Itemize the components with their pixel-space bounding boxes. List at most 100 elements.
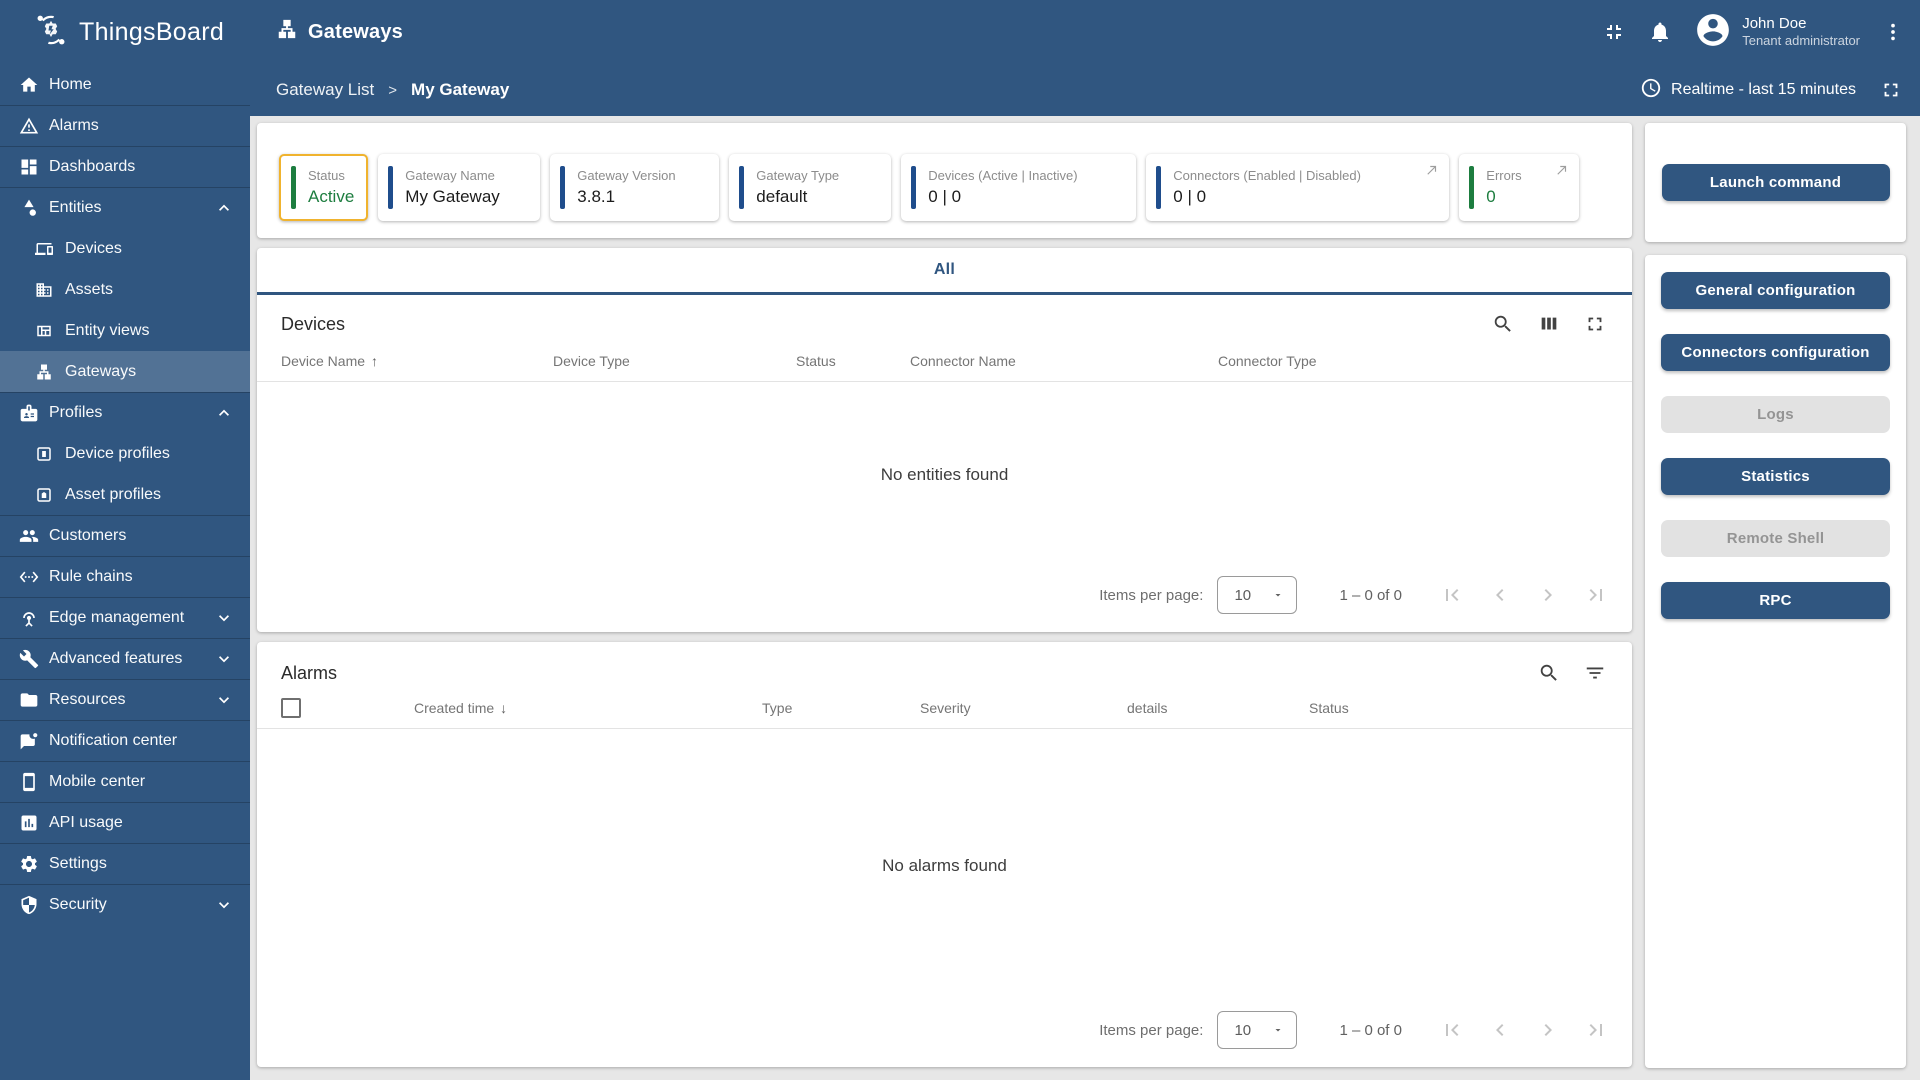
sidebar-item-device-profiles[interactable]: Device profiles [0,433,250,474]
top-header: Gateways John Doe Tenant administrator [250,0,1920,64]
sidebar-item-entities[interactable]: Entities [0,187,250,228]
clock-icon [1640,77,1662,104]
prev-page-icon[interactable] [1488,583,1512,607]
column-device-type[interactable]: Device Type [553,353,796,369]
chevron-down-icon [214,649,234,669]
mobile-phone-icon [18,771,40,793]
chevron-down-icon [214,608,234,628]
tab-all[interactable]: All [934,261,955,279]
external-link-icon[interactable] [1555,163,1569,177]
rpc-button[interactable]: RPC [1661,582,1890,619]
sidebar-item-assets[interactable]: Assets [0,269,250,310]
statistics-button[interactable]: Statistics [1661,458,1890,495]
sidebar-item-home[interactable]: Home [0,64,250,105]
remote-shell-button[interactable]: Remote Shell [1661,520,1890,557]
general-configuration-button[interactable]: General configuration [1661,272,1890,309]
status-card-gateway-name[interactable]: Gateway Name My Gateway [378,154,541,221]
status-card-devices[interactable]: Devices (Active | Inactive) 0 | 0 [901,154,1137,221]
sidebar-item-alarms[interactable]: Alarms [0,105,250,146]
alarms-widget: Alarms Created time ↓ Type Severity deta… [257,642,1632,1067]
sidebar-item-mobile-center[interactable]: Mobile center [0,761,250,802]
column-connector-type[interactable]: Connector Type [1218,353,1608,369]
sidebar-item-rule-chains[interactable]: Rule chains [0,556,250,597]
asset-profiles-icon [34,485,54,505]
external-link-icon[interactable] [1425,163,1439,177]
devices-table-header: Device Name ↑ Device Type Status Connect… [257,343,1632,382]
sidebar-item-devices[interactable]: Devices [0,228,250,269]
sidebar-item-resources[interactable]: Resources [0,679,250,720]
first-page-icon[interactable] [1440,583,1464,607]
more-vert-button[interactable] [1882,21,1904,43]
column-severity[interactable]: Severity [920,700,1127,716]
alarms-filter-icon[interactable] [1584,662,1606,684]
alarms-search-icon[interactable] [1538,662,1560,684]
connectors-configuration-button[interactable]: Connectors configuration [1661,334,1890,371]
column-details[interactable]: details [1127,700,1309,716]
status-card-errors[interactable]: Errors 0 [1459,154,1580,221]
timewindow-button[interactable]: Realtime - last 15 minutes [1640,77,1856,104]
next-page-icon[interactable] [1536,583,1560,607]
launch-command-widget: Launch command [1645,123,1906,242]
sidebar-item-asset-profiles[interactable]: Asset profiles [0,474,250,515]
settings-gear-icon [18,853,40,875]
sidebar-item-api-usage[interactable]: API usage [0,802,250,843]
fullscreen-exit-button[interactable] [1602,20,1626,44]
sidebar-item-advanced-features[interactable]: Advanced features [0,638,250,679]
gateway-status-widget: Status Active Gateway Name My Gateway Ga… [257,123,1632,238]
entities-category-icon [18,197,40,219]
alarms-page-size-select[interactable]: 10 [1217,1011,1298,1049]
status-card-connectors[interactable]: Connectors (Enabled | Disabled) 0 | 0 [1146,154,1450,221]
user-role: Tenant administrator [1742,33,1860,49]
sidebar-item-entity-views[interactable]: Entity views [0,310,250,351]
resources-folder-icon [18,689,40,711]
next-page-icon[interactable] [1536,1018,1560,1042]
alarms-title: Alarms [281,662,338,683]
sidebar-item-settings[interactable]: Settings [0,843,250,884]
gateway-actions-widget: General configuration Connectors configu… [1645,255,1906,1068]
dashboards-icon [18,156,40,178]
dashboard-fullscreen-button[interactable] [1880,79,1902,101]
api-usage-chart-icon [18,812,40,834]
notifications-bell-button[interactable] [1648,20,1672,44]
prev-page-icon[interactable] [1488,1018,1512,1042]
launch-command-button[interactable]: Launch command [1661,164,1890,201]
breadcrumb-separator: > [388,81,398,99]
sidebar-item-profiles[interactable]: Profiles [0,392,250,433]
status-card-gateway-type[interactable]: Gateway Type default [729,154,892,221]
app-root: ThingsBoard Home Alarms Dashboards Entit… [0,0,1920,1080]
advanced-tools-icon [18,648,40,670]
sidebar-item-edge-management[interactable]: Edge management [0,597,250,638]
status-card-status[interactable]: Status Active [279,154,369,221]
devices-search-icon[interactable] [1492,313,1514,335]
sort-asc-icon: ↑ [371,353,379,369]
last-page-icon[interactable] [1584,1018,1608,1042]
sidebar-item-security[interactable]: Security [0,884,250,925]
sub-header: Gateway List > My Gateway Realtime - las… [250,64,1920,116]
column-created-time[interactable]: Created time ↓ [414,700,762,716]
sidebar-item-notification-center[interactable]: Notification center [0,720,250,761]
sidebar-item-customers[interactable]: Customers [0,515,250,556]
last-page-icon[interactable] [1584,583,1608,607]
security-shield-icon [18,894,40,916]
sidebar-item-gateways[interactable]: Gateways [0,351,250,392]
status-card-gateway-version[interactable]: Gateway Version 3.8.1 [550,154,720,221]
logs-button[interactable]: Logs [1661,396,1890,433]
select-all-checkbox[interactable] [281,698,301,718]
sidebar-item-dashboards[interactable]: Dashboards [0,146,250,187]
devices-pagination: Items per page: 10 1 – 0 of 0 [257,568,1632,632]
sidebar: ThingsBoard Home Alarms Dashboards Entit… [0,0,250,1080]
select-caret-icon [1275,1029,1281,1032]
column-connector-name[interactable]: Connector Name [910,353,1218,369]
column-type[interactable]: Type [762,700,920,716]
first-page-icon[interactable] [1440,1018,1464,1042]
column-status[interactable]: Status [796,353,910,369]
page-title: Gateways [276,18,403,46]
devices-fullscreen-icon[interactable] [1584,313,1606,335]
breadcrumb-gateway-list[interactable]: Gateway List [276,80,374,100]
column-alarm-status[interactable]: Status [1309,700,1608,716]
logo[interactable]: ThingsBoard [0,0,250,64]
column-device-name[interactable]: Device Name ↑ [281,353,553,369]
user-menu[interactable]: John Doe Tenant administrator [1694,11,1860,54]
devices-page-size-select[interactable]: 10 [1217,576,1298,614]
devices-columns-icon[interactable] [1538,313,1560,335]
